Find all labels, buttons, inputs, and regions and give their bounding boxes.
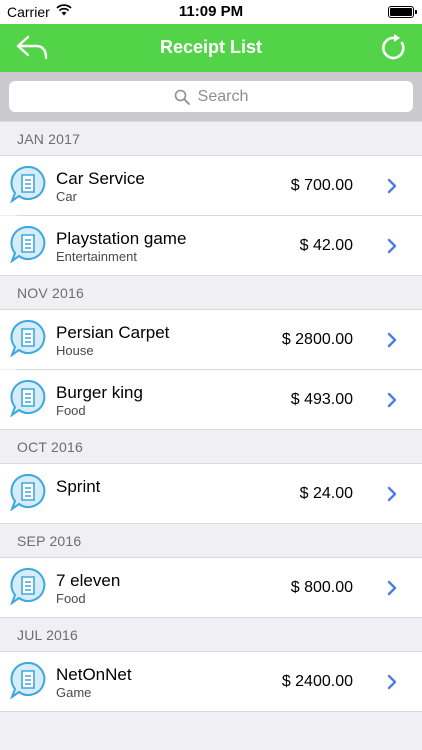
chevron-right-icon: [387, 238, 397, 254]
receipt-amount: $ 42.00: [299, 237, 353, 254]
chevron-right-icon: [387, 486, 397, 502]
receipt-bubble-icon: [10, 225, 46, 263]
receipt-row[interactable]: Burger king Food $ 493.00: [0, 370, 422, 429]
chevron-right-icon: [387, 178, 397, 194]
search-placeholder: Search: [197, 87, 249, 105]
receipt-amount: $ 493.00: [290, 391, 353, 408]
receipt-row[interactable]: Sprint $ 24.00: [0, 464, 422, 523]
chevron-right-icon: [387, 674, 397, 690]
section-header: SEP 2016: [0, 523, 422, 558]
receipt-title: Burger king: [56, 383, 143, 402]
section-header: OCT 2016: [0, 429, 422, 464]
receipt-row[interactable]: 7 eleven Food $ 800.00: [0, 558, 422, 617]
receipt-title: Car Service: [56, 169, 145, 188]
receipt-row[interactable]: Playstation game Entertainment $ 42.00: [0, 216, 422, 275]
receipt-title: 7 eleven: [56, 571, 121, 590]
list-end-divider: [0, 711, 422, 712]
section-header: JUL 2016: [0, 617, 422, 652]
chevron-right-icon: [387, 580, 397, 596]
receipt-amount: $ 800.00: [290, 579, 353, 596]
receipt-title: Persian Carpet: [56, 323, 170, 342]
receipt-amount: $ 2800.00: [281, 331, 353, 348]
section-title: SEP 2016: [17, 533, 82, 549]
receipt-amount: $ 700.00: [290, 177, 353, 194]
receipt-row[interactable]: Car Service Car $ 700.00: [0, 156, 422, 215]
section-header: JAN 2017: [0, 121, 422, 156]
refresh-icon[interactable]: [380, 34, 408, 62]
section-title: JAN 2017: [17, 131, 81, 147]
receipt-bubble-icon: [10, 319, 46, 357]
nav-bar: Receipt List: [0, 24, 422, 72]
receipt-bubble-icon: [10, 379, 46, 417]
chevron-right-icon: [387, 332, 397, 348]
receipt-category: Game: [56, 685, 92, 700]
receipt-title: Playstation game: [56, 229, 187, 248]
receipt-category: Entertainment: [56, 249, 137, 264]
section-header: NOV 2016: [0, 275, 422, 310]
receipt-bubble-icon: [10, 165, 46, 203]
receipt-amount: $ 24.00: [299, 485, 353, 502]
search-icon: [174, 89, 190, 105]
receipt-row[interactable]: NetOnNet Game $ 2400.00: [0, 652, 422, 711]
receipt-bubble-icon: [10, 473, 46, 511]
receipt-title: NetOnNet: [56, 665, 132, 684]
section-title: JUL 2016: [17, 627, 79, 643]
receipt-category: Food: [56, 403, 86, 418]
section-title: OCT 2016: [17, 439, 83, 455]
receipt-category: Food: [56, 591, 86, 606]
receipt-title: Sprint: [56, 477, 101, 496]
receipt-amount: $ 2400.00: [281, 673, 353, 690]
receipt-category: Car: [56, 189, 77, 204]
chevron-right-icon: [387, 392, 397, 408]
search-bar: Search: [0, 72, 422, 122]
receipt-bubble-icon: [10, 661, 46, 699]
search-input[interactable]: Search: [9, 81, 413, 112]
section-title: NOV 2016: [17, 285, 84, 301]
status-bar: Carrier 11:09 PM: [0, 0, 422, 24]
receipt-bubble-icon: [10, 567, 46, 605]
status-time: 11:09 PM: [178, 3, 244, 20]
page-title: Receipt List: [159, 37, 263, 57]
receipt-row[interactable]: Persian Carpet House $ 2800.00: [0, 310, 422, 369]
battery-icon: [388, 6, 417, 18]
receipt-category: House: [56, 343, 94, 358]
